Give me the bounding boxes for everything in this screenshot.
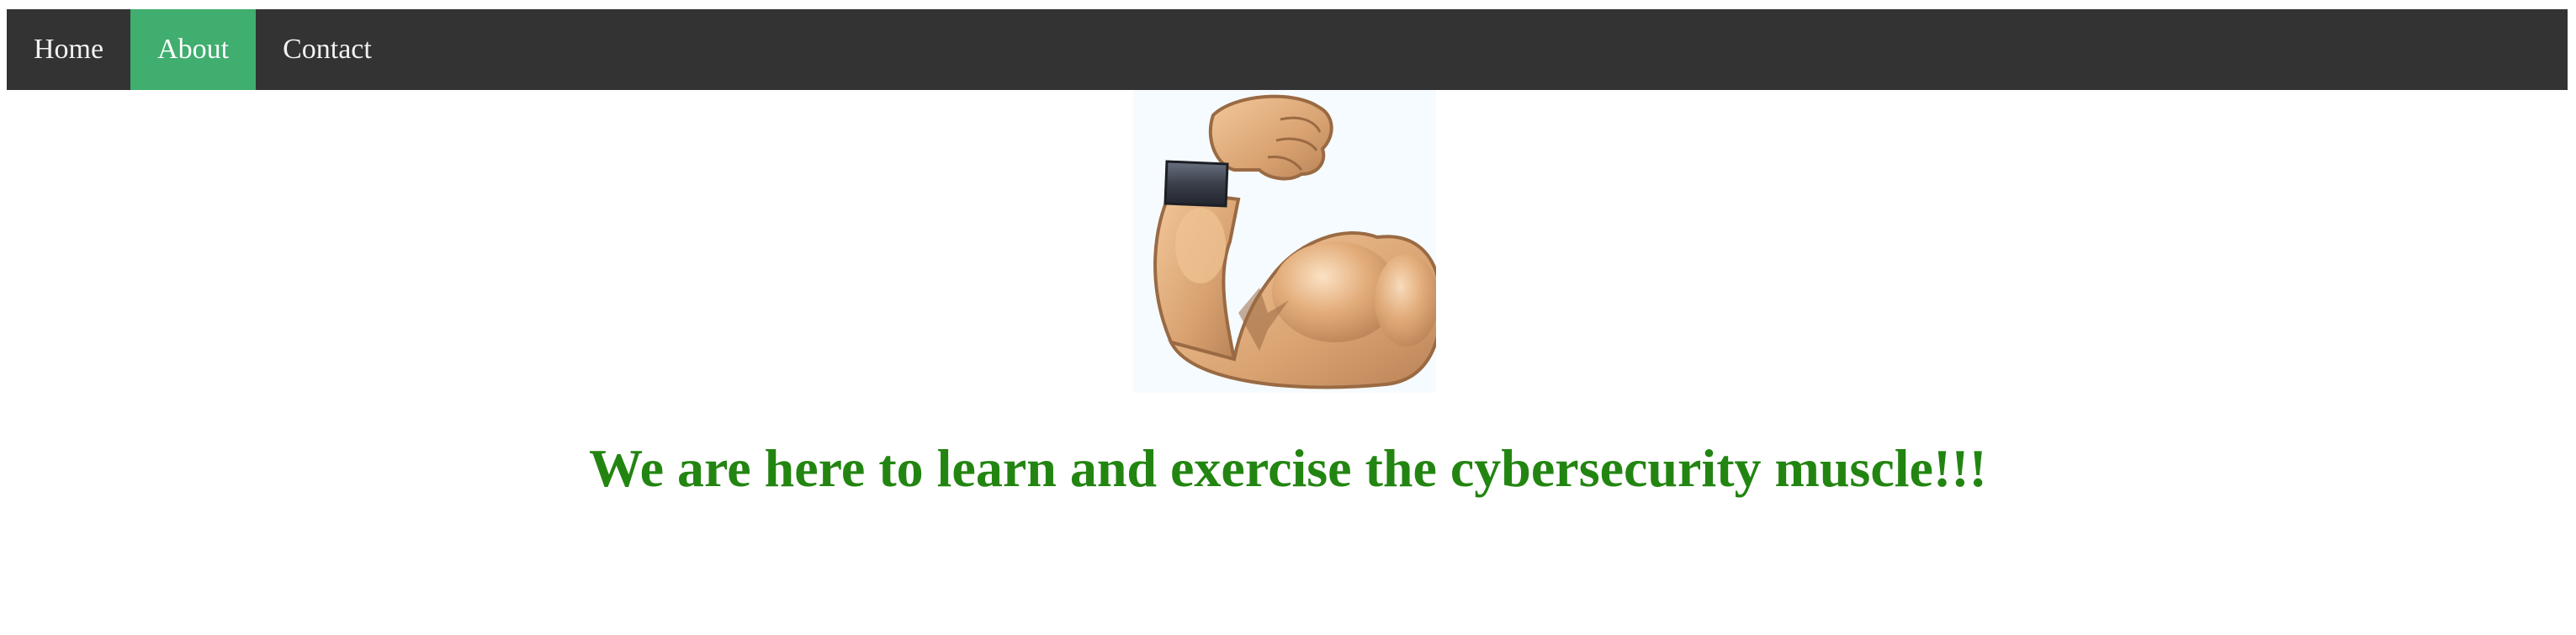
nav-link-contact[interactable]: Contact bbox=[256, 9, 399, 90]
flexed-biceps-icon bbox=[1133, 90, 1436, 393]
page-tagline: We are here to learn and exercise the cy… bbox=[589, 438, 1987, 498]
nav-link-about[interactable]: About bbox=[130, 9, 257, 90]
nav-link-home[interactable]: Home bbox=[7, 9, 130, 90]
top-navbar: Home About Contact bbox=[7, 9, 2568, 90]
